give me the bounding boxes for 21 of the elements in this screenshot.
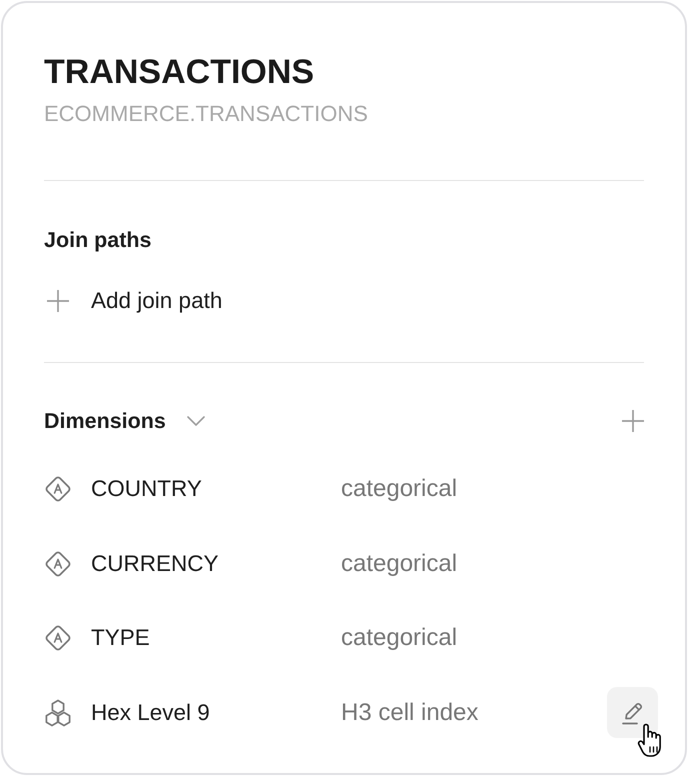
dimension-name: CURRENCY (91, 550, 219, 578)
plus-icon[interactable] (622, 410, 644, 432)
dimension-type: categorical (341, 548, 458, 578)
diamond-letter-icon (43, 548, 73, 578)
dimension-type: categorical (341, 623, 458, 653)
dimension-name: Hex Level 9 (91, 698, 210, 726)
table-path: ECOMMERCE.TRANSACTIONS (44, 100, 368, 128)
add-join-path-button[interactable]: Add join path (47, 281, 222, 321)
chevron-down-icon[interactable] (186, 416, 205, 426)
dimension-type: categorical (341, 474, 458, 504)
plus-icon (47, 290, 69, 312)
dimension-name: COUNTRY (91, 475, 202, 503)
diamond-letter-icon (43, 623, 73, 653)
dimension-type: H3 cell index (341, 698, 478, 728)
section-heading: Dimensions (44, 408, 166, 435)
table-title: TRANSACTIONS (44, 52, 314, 92)
hand-cursor-icon (636, 722, 664, 760)
section-heading: Join paths (44, 227, 152, 254)
dimension-name: TYPE (91, 624, 150, 652)
diamond-letter-icon (43, 474, 73, 504)
hexagons-icon (43, 698, 73, 728)
